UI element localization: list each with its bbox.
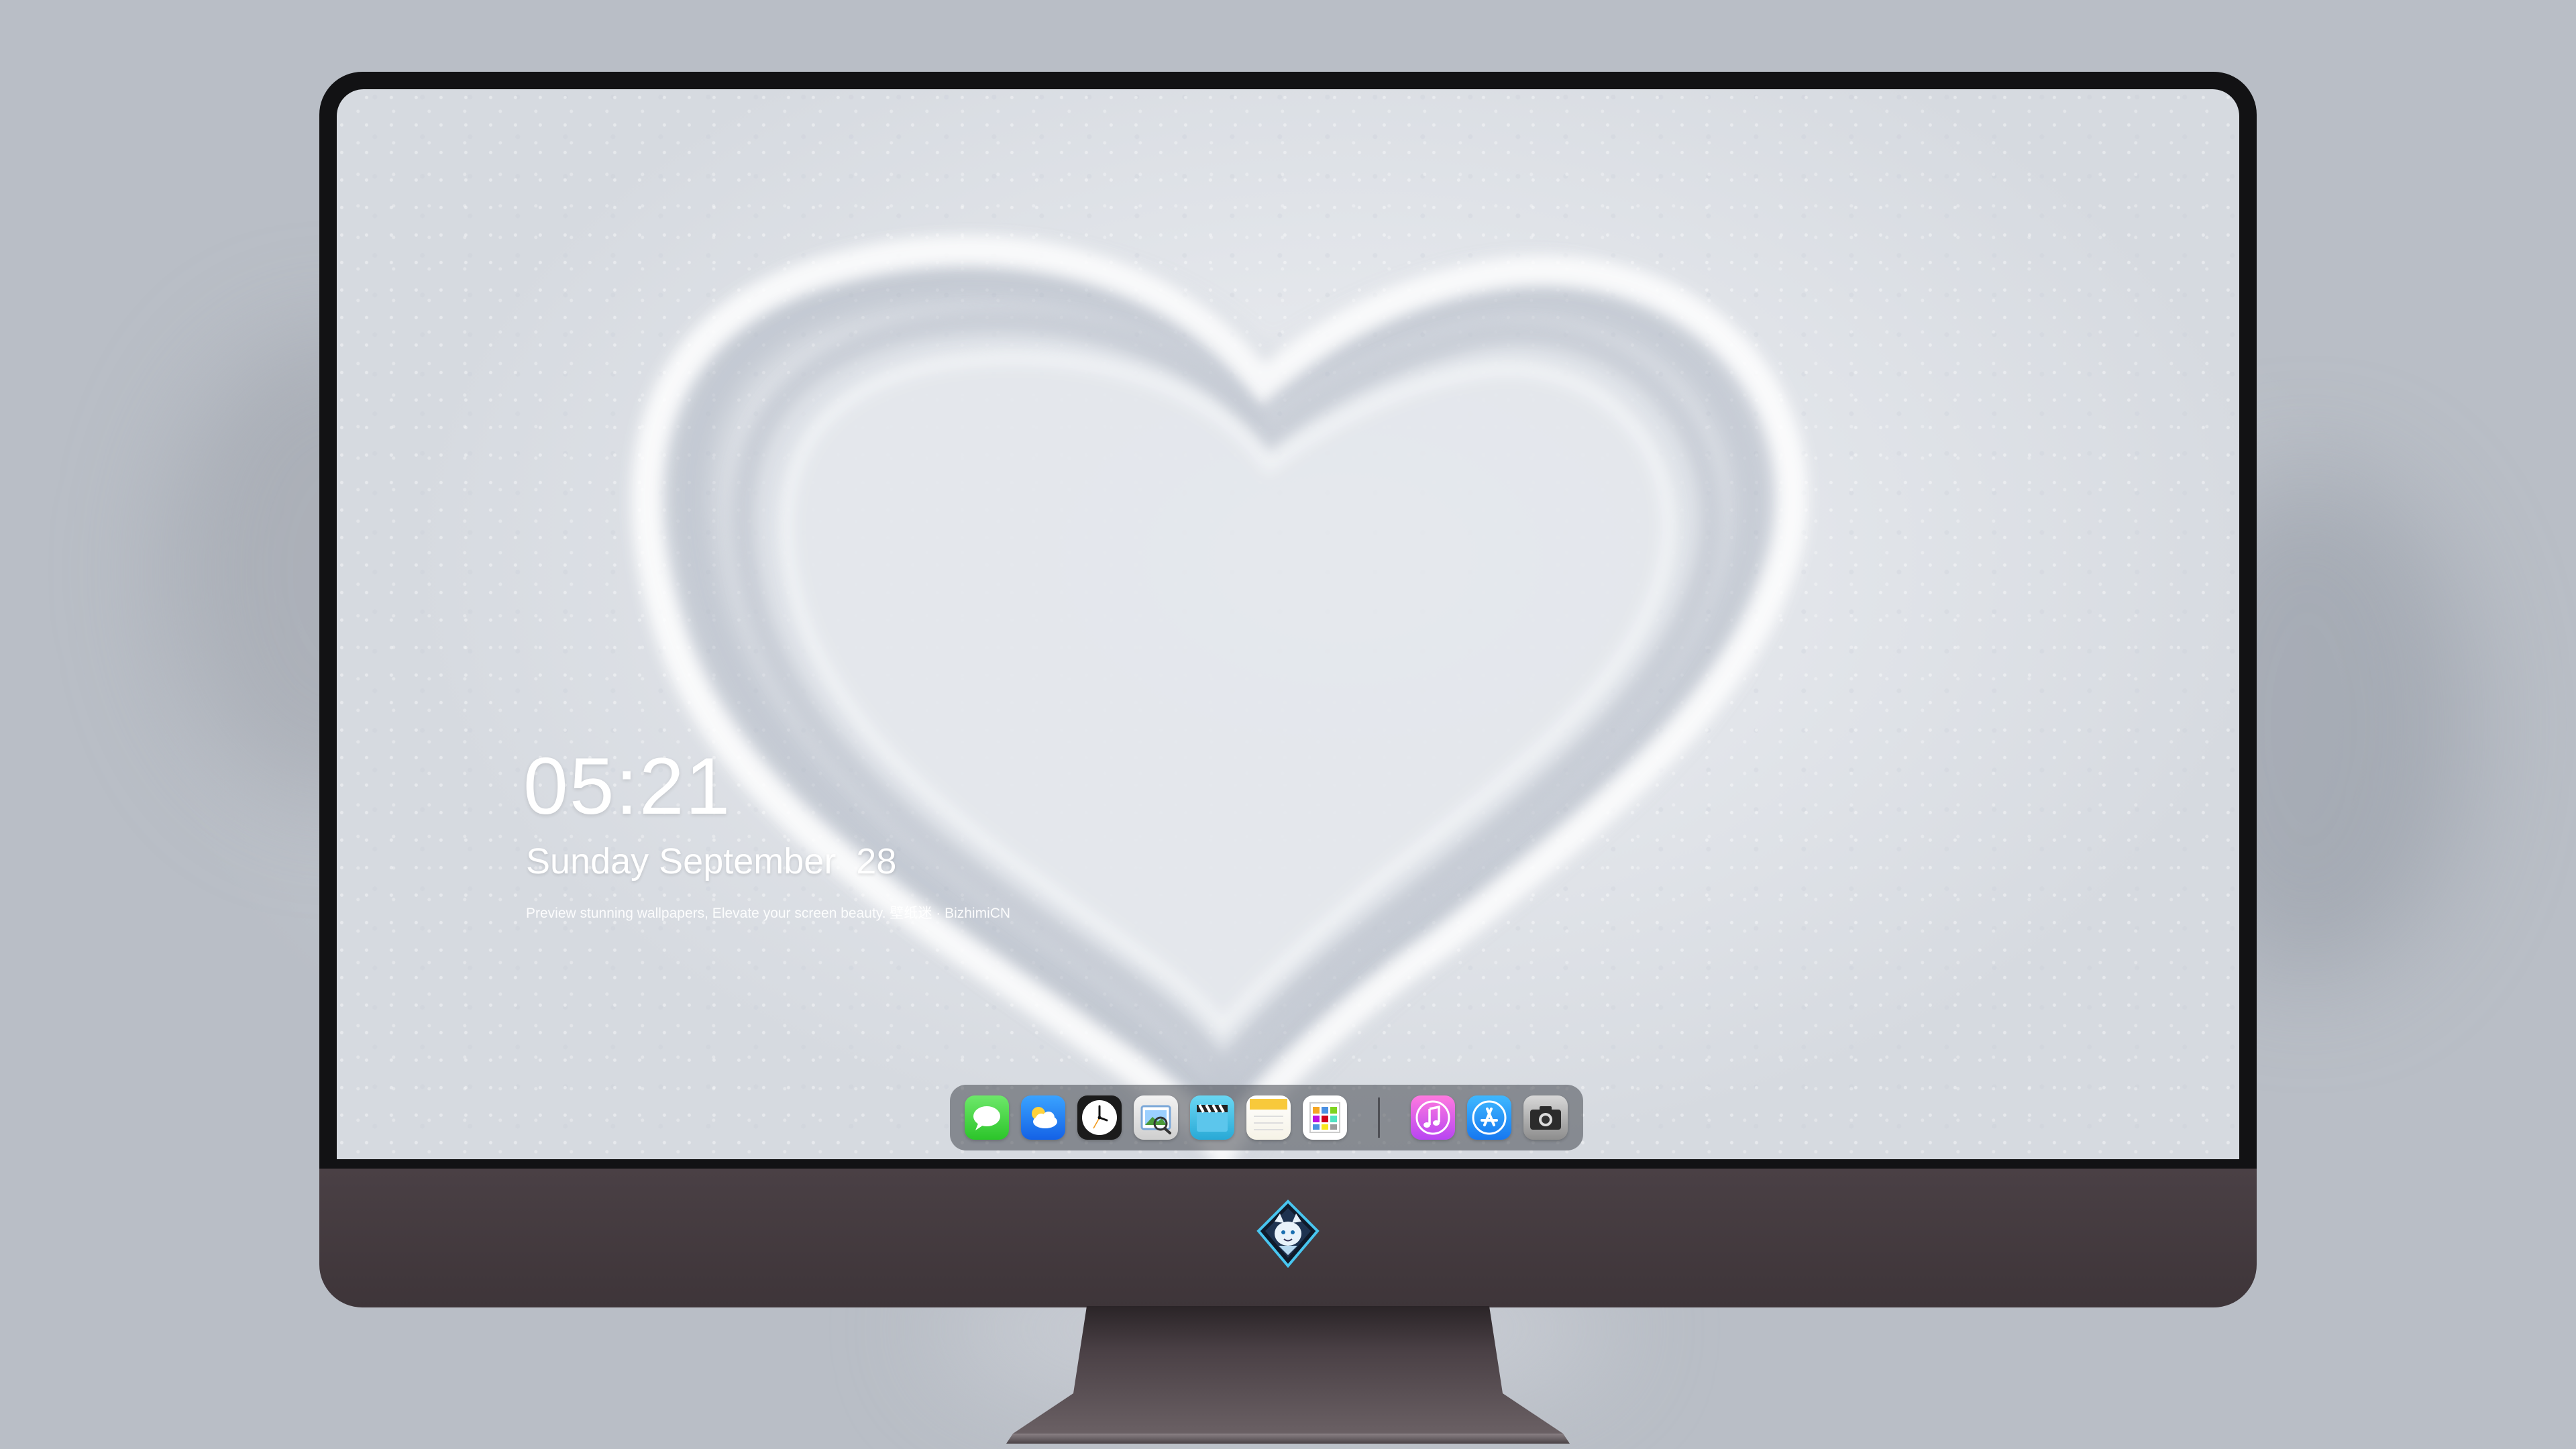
messages-icon[interactable] — [965, 1095, 1009, 1140]
dock-separator — [1378, 1097, 1380, 1138]
fox-mascot-logo — [1256, 1199, 1320, 1269]
calendar-icon[interactable] — [1303, 1095, 1347, 1140]
clock-icon[interactable] — [1077, 1095, 1122, 1140]
app-store-icon[interactable] — [1467, 1095, 1511, 1140]
monitor-stand — [1006, 1306, 1570, 1444]
snow-heart-drawing — [631, 235, 1808, 1159]
notes-icon[interactable] — [1246, 1095, 1291, 1140]
wallpaper-tagline: Preview stunning wallpapers, Elevate you… — [526, 906, 1011, 921]
dock — [950, 1085, 1583, 1150]
lock-clock-time: 05:21 — [523, 741, 732, 831]
lock-screen[interactable]: 05:21 Sunday September 28 Preview stunni… — [337, 89, 2239, 1159]
clapperboard-icon[interactable] — [1190, 1095, 1234, 1140]
weather-icon[interactable] — [1021, 1095, 1065, 1140]
monitor-bezel: 05:21 Sunday September 28 Preview stunni… — [319, 72, 2257, 1169]
music-note-icon[interactable] — [1411, 1095, 1455, 1140]
camera-icon[interactable] — [1523, 1095, 1568, 1140]
lock-clock-date: Sunday September 28 — [526, 841, 897, 881]
monitor: 05:21 Sunday September 28 Preview stunni… — [319, 72, 2257, 1444]
preview-icon[interactable] — [1134, 1095, 1178, 1140]
